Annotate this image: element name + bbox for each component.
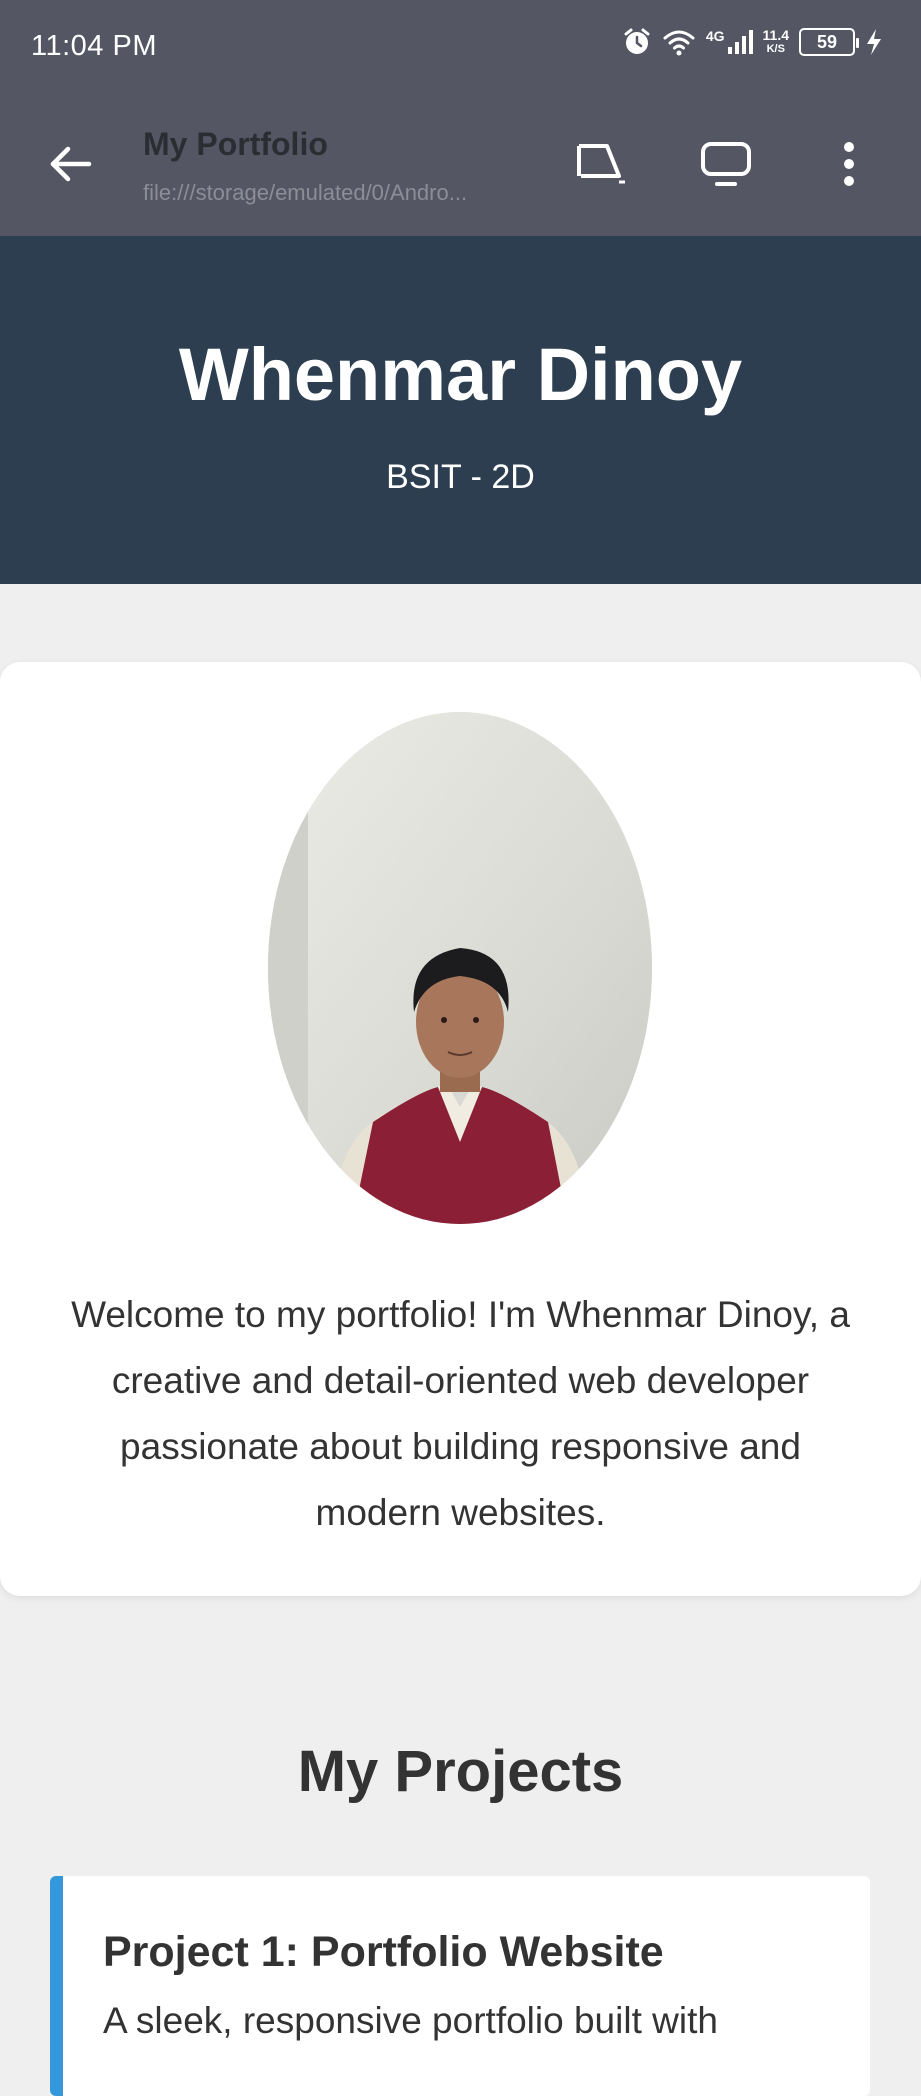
cast-button[interactable] xyxy=(572,136,628,192)
projects-heading: My Projects xyxy=(297,1739,624,1804)
profile-photo xyxy=(268,712,652,1224)
back-button[interactable] xyxy=(44,138,96,190)
network-speed-unit: K/S xyxy=(766,43,785,55)
monitor-icon xyxy=(701,142,751,186)
about-card: Welcome to my portfolio! I'm Whenmar Din… xyxy=(0,662,921,1596)
network-speed-value: 11.4 xyxy=(762,27,789,43)
status-time: 11:04 PM xyxy=(31,30,157,62)
portfolio-header: Whenmar Dinoy BSIT - 2D xyxy=(0,236,921,584)
about-text: Welcome to my portfolio! I'm Whenmar Din… xyxy=(71,1294,850,1533)
arrow-left-icon xyxy=(50,146,92,182)
cellular-signal-icon: 4G xyxy=(706,29,753,55)
more-options-button[interactable] xyxy=(821,136,877,192)
battery-level: 59 xyxy=(816,31,838,52)
charging-icon xyxy=(865,28,883,56)
owner-name: Whenmar Dinoy xyxy=(178,333,743,416)
battery-icon: 59 xyxy=(799,28,859,56)
project-title: Project 1: Portfolio Website xyxy=(103,1928,664,1976)
status-bar: 11:04 PM 4G 11.4 K/S 59 xyxy=(0,0,921,92)
wifi-icon xyxy=(662,27,696,57)
desktop-view-button[interactable] xyxy=(698,136,754,192)
browser-app-bar: My Portfolio file:///storage/emulated/0/… xyxy=(0,92,921,236)
status-icons: 4G 11.4 K/S 59 xyxy=(622,27,883,57)
page-url[interactable]: file:///storage/emulated/0/Andro... xyxy=(143,180,533,206)
network-type-label: 4G xyxy=(705,28,725,44)
project-card[interactable]: Project 1: Portfolio Website A sleek, re… xyxy=(50,1876,870,2096)
page-title: My Portfolio xyxy=(143,126,328,162)
cast-icon xyxy=(577,144,625,184)
network-speed: 11.4 K/S xyxy=(763,28,789,56)
alarm-icon xyxy=(622,27,652,57)
owner-course: BSIT - 2D xyxy=(386,458,535,496)
project-description: A sleek, responsive portfolio built with xyxy=(103,2000,718,2041)
more-vertical-icon xyxy=(844,142,854,186)
